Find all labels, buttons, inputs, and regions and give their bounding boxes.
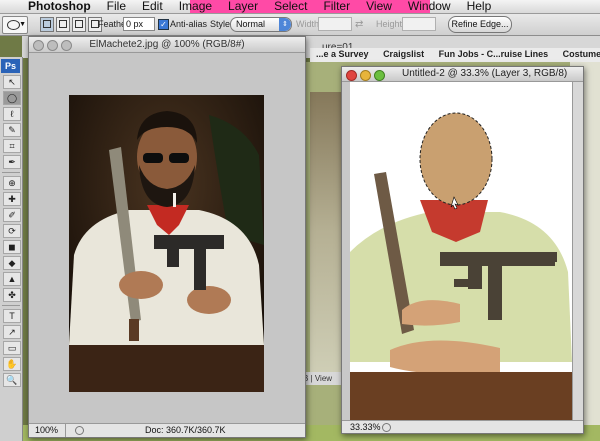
document-title-bar[interactable]: ElMachete2.jpg @ 100% (RGB/8#) <box>29 37 305 53</box>
selection-mode-group <box>40 17 102 32</box>
feather-input[interactable]: 0 px <box>123 17 155 31</box>
type-tool-icon[interactable]: T <box>3 309 21 323</box>
status-menu-icon[interactable] <box>75 426 84 435</box>
bookmark-craigslist[interactable]: Craigslist <box>377 48 430 60</box>
elliptical-marquee-tool-icon[interactable]: ◯ <box>3 91 21 105</box>
menu-bar: Photoshop File Edit Image Layer Select F… <box>0 0 600 14</box>
antialias-label: Anti-alias <box>170 19 208 29</box>
menu-window[interactable]: Window <box>400 0 459 13</box>
doc-size-info: Doc: 360.7K/360.7K <box>145 425 226 435</box>
vertical-scrollbar[interactable] <box>572 82 583 421</box>
height-label: Height: <box>376 19 405 29</box>
minimize-button[interactable] <box>47 40 58 51</box>
document-title: Untitled-2 @ 33.3% (Layer 3, RGB/8) <box>402 68 568 79</box>
close-button[interactable] <box>346 70 357 81</box>
zoom-tool-icon[interactable]: 🔍 <box>3 373 21 387</box>
drawing-image <box>350 82 572 420</box>
document-title-bar[interactable]: Untitled-2 @ 33.3% (Layer 3, RGB/8) <box>342 67 583 82</box>
browser-bookmarks-bar: ...e a Survey Craigslist Fun Jobs - C...… <box>310 48 600 63</box>
zoom-level-field[interactable]: 100% <box>35 424 66 437</box>
style-select[interactable]: Normal ⇕ <box>230 17 292 32</box>
dodge-tool-icon[interactable]: ✤ <box>3 288 21 302</box>
photo-image <box>69 95 264 392</box>
document-title: ElMachete2.jpg @ 100% (RGB/8#) <box>89 39 245 50</box>
menu-filter[interactable]: Filter <box>315 0 358 13</box>
hand-tool-icon[interactable]: ✋ <box>3 357 21 371</box>
bookmark-costumes[interactable]: Costumes by <box>557 48 600 60</box>
tool-separator <box>2 305 20 306</box>
menu-file[interactable]: File <box>99 0 134 13</box>
blur-tool-icon[interactable]: ▲ <box>3 272 21 286</box>
tool-preset-picker[interactable]: ▼ <box>2 16 28 34</box>
height-input[interactable] <box>402 17 436 31</box>
zoom-button[interactable] <box>374 70 385 81</box>
menu-layer[interactable]: Layer <box>220 0 266 13</box>
bookmark-survey[interactable]: ...e a Survey <box>310 48 375 60</box>
brush-tool-icon[interactable]: ✚ <box>3 192 21 206</box>
document-window-photo[interactable]: ElMachete2.jpg @ 100% (RGB/8#) 100% Doc:… <box>28 36 306 438</box>
tools-panel: Ps ↖ ◯ ℓ ✎ ⌗ ✒ ⊕ ✚ ✐ ⟳ ◼ ◆ ▲ ✤ T ↗ ▭ ✋ 🔍 <box>0 57 23 441</box>
chevron-down-icon: ▼ <box>19 21 26 28</box>
eraser-tool-icon[interactable]: ◼ <box>3 240 21 254</box>
photoshop-logo: Ps <box>1 59 20 73</box>
zoom-level-field[interactable]: 33.33% <box>350 421 381 433</box>
width-input[interactable] <box>318 17 352 31</box>
style-select-value: Normal <box>236 19 266 29</box>
menu-select[interactable]: Select <box>266 0 315 13</box>
menu-help[interactable]: Help <box>459 0 500 13</box>
menu-image[interactable]: Image <box>171 0 220 13</box>
menu-edit[interactable]: Edit <box>134 0 171 13</box>
minimize-button[interactable] <box>360 70 371 81</box>
zoom-button[interactable] <box>61 40 72 51</box>
quick-selection-tool-icon[interactable]: ✎ <box>3 123 21 137</box>
tool-separator <box>2 172 20 173</box>
document-window-drawing[interactable]: Untitled-2 @ 33.3% (Layer 3, RGB/8) 33.3… <box>341 66 584 434</box>
move-tool-icon[interactable]: ↖ <box>3 75 21 89</box>
antialias-checkbox[interactable]: ✓ <box>158 19 169 30</box>
add-selection-button[interactable] <box>56 17 70 32</box>
gradient-tool-icon[interactable]: ◆ <box>3 256 21 270</box>
lasso-tool-icon[interactable]: ℓ <box>3 107 21 121</box>
bookmark-fun-jobs[interactable]: Fun Jobs - C...ruise Lines <box>433 48 555 60</box>
menu-view[interactable]: View <box>358 0 400 13</box>
history-brush-tool-icon[interactable]: ⟳ <box>3 224 21 238</box>
rectangle-tool-icon[interactable]: ▭ <box>3 341 21 355</box>
select-arrows-icon: ⇕ <box>279 18 291 31</box>
new-selection-button[interactable] <box>40 17 54 32</box>
eyedropper-tool-icon[interactable]: ✒ <box>3 155 21 169</box>
close-button[interactable] <box>33 40 44 51</box>
subtract-selection-button[interactable] <box>72 17 86 32</box>
add-selection-icon <box>59 20 67 28</box>
photo-canvas[interactable] <box>69 95 264 392</box>
new-selection-icon <box>43 20 51 28</box>
path-selection-tool-icon[interactable]: ↗ <box>3 325 21 339</box>
options-bar: ▼ Feather: 0 px ✓ Anti-alias Style: Norm… <box>0 14 600 36</box>
window-controls <box>346 70 385 81</box>
window-controls <box>33 40 72 51</box>
refine-edge-button[interactable]: Refine Edge... <box>448 16 512 33</box>
healing-brush-tool-icon[interactable]: ⊕ <box>3 176 21 190</box>
swap-icon[interactable]: ⇄ <box>355 19 363 30</box>
menu-photoshop[interactable]: Photoshop <box>20 0 99 13</box>
clone-stamp-tool-icon[interactable]: ✐ <box>3 208 21 222</box>
crop-tool-icon[interactable]: ⌗ <box>3 139 21 153</box>
drawing-canvas[interactable] <box>350 82 572 420</box>
status-bar: 100% Doc: 360.7K/360.7K <box>29 423 305 437</box>
status-bar: 33.33% <box>342 420 583 433</box>
elliptical-marquee-icon <box>7 20 20 30</box>
status-menu-icon[interactable] <box>382 423 391 432</box>
subtract-selection-icon <box>75 20 83 28</box>
